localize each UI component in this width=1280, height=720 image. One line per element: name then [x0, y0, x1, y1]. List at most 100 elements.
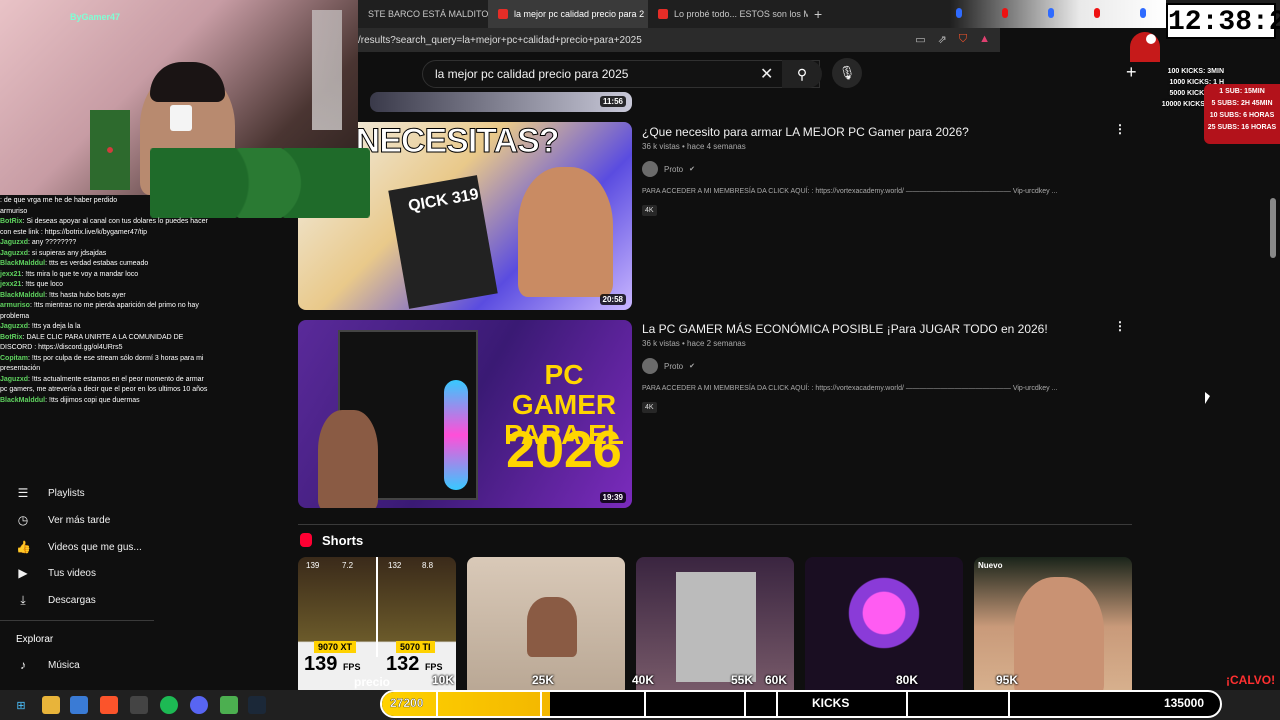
chat-username: Copitam: [0, 354, 28, 362]
shorts-heading: Shorts: [322, 533, 364, 548]
video-icon: ▶: [18, 566, 28, 580]
chat-username: Jaguzxd: [0, 323, 29, 330]
channel-avatar: [642, 358, 658, 374]
chat-username: jexx21: [0, 281, 22, 288]
neon-logo: ByGamer47: [70, 12, 121, 22]
chat-text: : ttts es verdad estabas cumeado: [45, 260, 149, 267]
search-button[interactable]: ⚲: [782, 60, 822, 88]
chat-message: jexx21: !tts que loco: [0, 280, 210, 291]
milestone-label: 55K: [731, 673, 754, 687]
streamer-hair: [150, 62, 225, 102]
sidebar-item-your-videos[interactable]: ▶ Tus videos: [16, 566, 96, 580]
clear-search-icon[interactable]: ✕: [760, 64, 773, 84]
tab-2[interactable]: la mejor pc calidad precio para 2 ✕: [488, 0, 648, 28]
sidebar-item-watch-later[interactable]: ◷ Ver más tarde: [16, 513, 111, 527]
video-title-1[interactable]: ¿Que necesito para armar LA MEJOR PC Gam…: [642, 125, 969, 139]
video-meta-1: 36 k vistas • hace 4 semanas: [642, 142, 746, 151]
short-4[interactable]: [805, 557, 963, 697]
photos-icon[interactable]: [70, 696, 88, 714]
file-explorer-icon[interactable]: [42, 696, 60, 714]
video-duration: 20:58: [599, 294, 626, 305]
chat-username: jexx21: [0, 270, 22, 278]
calvo-label: ¡CALVO!: [1226, 673, 1276, 687]
divider: [298, 524, 1132, 525]
sidebar-item-playlists[interactable]: ☰ Playlists: [16, 486, 85, 500]
tab-3[interactable]: Lo probé todo... ESTOS son los MEJO ✕: [648, 0, 808, 28]
address-icons: ▭ ⇗ ⛉ ▲: [915, 33, 990, 46]
fps-left-value: 139: [304, 653, 338, 675]
url-text[interactable]: /results?search_query=la+mejor+pc+calida…: [358, 35, 642, 46]
more-options-icon[interactable]: ⋮: [1114, 319, 1126, 333]
channel-avatar: [642, 161, 658, 177]
bulb: [1002, 8, 1008, 18]
voice-search-button[interactable]: 🎙: [832, 58, 862, 88]
chat-message: BlackMalddul: !tts hasta hubo bots ayer: [0, 291, 210, 302]
sub-goals: 1 SUB: 15MIN 5 SUBS: 2H 45MIN 10 SUBS: 6…: [1204, 84, 1280, 144]
mouse-cursor: [1205, 392, 1210, 404]
chat-username: armuriso: [0, 302, 30, 309]
channel-link-1[interactable]: Proto ✔: [642, 161, 695, 177]
goal-line: 10 SUBS: 6 HORAS: [1209, 112, 1275, 119]
playlist-icon: ☰: [17, 486, 29, 500]
sidebar-item-label: Playlists: [48, 487, 85, 499]
more-options-icon[interactable]: ⋮: [1114, 122, 1126, 136]
new-tab-button[interactable]: +: [814, 6, 822, 22]
milestone-label: 95K: [996, 673, 1019, 687]
chat-username: BotRix: [0, 218, 23, 225]
video-thumbnail-2[interactable]: PC GAMER PARA EL 2026 19:39: [298, 320, 632, 508]
gpu-label-left: 9070 XT: [314, 641, 357, 653]
sidebar-item-liked-videos[interactable]: 👍 Videos que me gus...: [16, 540, 142, 554]
tab-1[interactable]: STE BARCO ESTÁ MALDITO... Y LO C: [358, 0, 488, 28]
chat-message: armuriso: !tts mientras no me pierda apa…: [0, 301, 210, 322]
chat-username: BlackMalddul: [0, 291, 46, 299]
short-caption: precio: [354, 675, 391, 689]
chat-username: Jaguzxd: [0, 239, 29, 246]
obs-icon[interactable]: [130, 696, 148, 714]
chat-message: Jaguzxd: si supieras any jdsajdas: [0, 249, 210, 260]
goal-line: 25 SUBS: 16 HORAS: [1207, 124, 1277, 131]
gpu-label-right: 5070 TI: [396, 641, 435, 653]
brave-shield-icon[interactable]: ⛉: [959, 33, 967, 46]
tab-3-label: Lo probé todo... ESTOS son los MEJO: [674, 9, 808, 19]
kick-max: 135000: [1163, 696, 1204, 710]
steam-icon[interactable]: [248, 696, 266, 714]
video-title-2[interactable]: La PC GAMER MÁS ECONÓMICA POSIBLE ¡Para …: [642, 322, 1048, 336]
youtube-favicon-icon: [658, 9, 668, 19]
minecraft-icon[interactable]: [220, 696, 238, 714]
spotify-icon[interactable]: [160, 696, 178, 714]
chat-message: BotRix: Si deseas apoyar al canal con tu…: [0, 217, 210, 238]
verified-icon: ✔: [689, 166, 695, 173]
windows-start-icon[interactable]: ⊞: [12, 696, 30, 714]
brave-browser-icon[interactable]: [100, 696, 118, 714]
download-icon: ⤓: [20, 593, 26, 607]
scrollbar-thumb[interactable]: [1270, 198, 1276, 258]
cast-icon[interactable]: ▭: [915, 33, 925, 46]
youtube-favicon-icon: [498, 9, 508, 19]
thumbs-up-icon: 👍: [16, 540, 31, 554]
chat-text: : !tts hasta hubo bots ayer: [45, 291, 126, 299]
milestone-label: 60K: [765, 673, 788, 687]
short-pc-case: [676, 572, 756, 682]
sidebar-item-label: Tus videos: [48, 567, 96, 579]
chat-text: armuriso: [0, 207, 28, 215]
sidebar-item-downloads[interactable]: ⤓ Descargas: [16, 593, 95, 608]
milestone-label: 10K: [432, 673, 455, 687]
chat-text: : !tts mira lo que te voy a mandar loco: [21, 270, 139, 278]
chat-text: : any ????????: [28, 239, 77, 246]
discord-icon[interactable]: [190, 696, 208, 714]
fps-unit: FPS: [424, 662, 443, 672]
quality-badge: 4K: [642, 402, 657, 413]
xmas-lights: [950, 0, 1166, 28]
search-icon: ⚲: [796, 65, 808, 82]
share-icon[interactable]: ⇗: [938, 33, 947, 46]
channel-link-2[interactable]: Proto ✔: [642, 358, 695, 374]
bulb: [956, 8, 962, 18]
sidebar-item-music[interactable]: ♪ Música: [16, 658, 80, 672]
thumb-year: 2026: [506, 421, 622, 479]
chat-text: : de que vrga me he de haber perdido: [0, 197, 118, 204]
video-thumbnail-previous[interactable]: 11:56: [370, 92, 632, 112]
create-button[interactable]: +: [1126, 62, 1137, 83]
rewards-icon[interactable]: ▲: [979, 33, 990, 46]
chat-username: BlackMalddul: [0, 260, 46, 267]
milestone-tick: [540, 692, 542, 716]
